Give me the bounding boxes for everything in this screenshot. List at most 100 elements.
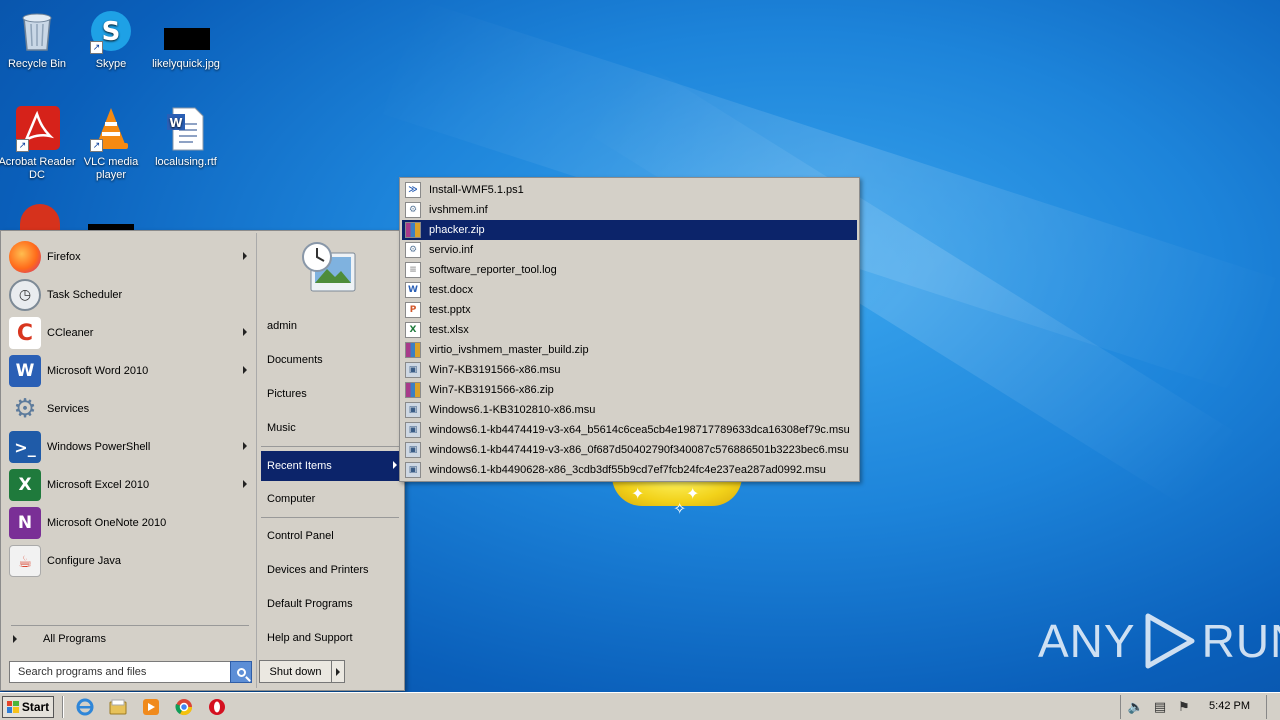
desktop-icon-localusing[interactable]: W localusing.rtf [147, 106, 225, 169]
search-button[interactable] [230, 661, 252, 683]
recent-item[interactable]: Ptest.pptx [402, 300, 857, 320]
search-placeholder: Search programs and files [18, 666, 147, 678]
recent-item[interactable]: ▣ windows6.1-kb4490628-x86_3cdb3df55b9cd7… [402, 460, 857, 480]
place-default-programs[interactable]: Default Programs [261, 590, 401, 618]
recycle-bin-icon [14, 8, 60, 54]
place-computer[interactable]: Computer [261, 485, 401, 513]
submenu-arrow-icon [243, 252, 247, 260]
update-package-icon: ▣ [405, 362, 421, 378]
gear-icon: ⚙ [13, 394, 37, 424]
program-firefox[interactable]: Firefox [9, 239, 253, 275]
program-word[interactable]: W Microsoft Word 2010 [9, 353, 253, 389]
program-configure-java[interactable]: ☕ Configure Java [9, 543, 253, 579]
submenu-arrow-icon [393, 461, 397, 469]
clock[interactable]: 5:42 PM [1209, 700, 1250, 712]
place-control-panel[interactable]: Control Panel [261, 522, 401, 550]
place-label: Music [267, 422, 296, 434]
recent-item[interactable]: ≡ software_reporter_tool.log [402, 260, 857, 280]
program-services[interactable]: ⚙ Services [9, 391, 253, 427]
desktop-icon-recycle-bin[interactable]: Recycle Bin [0, 8, 76, 71]
recent-item[interactable]: ⚙ servio.inf [402, 240, 857, 260]
update-package-icon: ▣ [405, 442, 421, 458]
partial-desktop-icon [20, 204, 60, 230]
opera-icon[interactable] [205, 695, 229, 719]
desktop-icon-vlc[interactable]: ↗ VLC media player [72, 106, 150, 182]
recent-item[interactable]: Xtest.xlsx [402, 320, 857, 340]
submenu-arrow-icon [243, 328, 247, 336]
recent-item[interactable]: Win7-KB3191566-x86.zip [402, 380, 857, 400]
recent-item[interactable]: ⚙ ivshmem.inf [402, 200, 857, 220]
svg-text:S: S [102, 17, 121, 47]
shutdown-label: Shut down [269, 665, 322, 678]
recent-item-label: Windows6.1-KB3102810-x86.msu [429, 404, 596, 416]
submenu-arrow-icon [243, 442, 247, 450]
ccleaner-icon: C [9, 317, 41, 349]
settings-file-icon: ⚙ [405, 242, 421, 258]
recent-item[interactable]: ▣ Win7-KB3191566-x86.msu [402, 360, 857, 380]
excel-document-icon: X [405, 322, 421, 338]
place-recent-items[interactable]: Recent Items [261, 451, 401, 481]
chrome-icon[interactable] [172, 695, 196, 719]
all-programs-button[interactable]: All Programs [13, 633, 106, 645]
program-task-scheduler[interactable]: ◷ Task Scheduler [9, 277, 253, 313]
internet-explorer-icon[interactable] [73, 695, 97, 719]
program-label: CCleaner [47, 327, 94, 339]
recent-item[interactable]: ≫ Install-WMF5.1.ps1 [402, 180, 857, 200]
recent-item-label: test.xlsx [429, 324, 469, 336]
recent-item[interactable]: ▣ windows6.1-kb4474419-v3-x64_b5614c6cea5… [402, 420, 857, 440]
recent-item-label: virtio_ivshmem_master_build.zip [429, 344, 589, 356]
program-label: Microsoft OneNote 2010 [47, 517, 167, 529]
desktop-icon-label: VLC media player [83, 156, 139, 181]
media-player-icon[interactable] [139, 695, 163, 719]
onenote-icon: N [9, 507, 41, 539]
desktop-icon-acrobat[interactable]: ↗ Acrobat Reader DC [0, 106, 76, 182]
action-center-flag-icon[interactable]: ⚑ [1175, 698, 1193, 716]
start-button[interactable]: Start [2, 695, 54, 718]
volume-icon[interactable]: 🔈 [1127, 698, 1145, 716]
divider [261, 517, 399, 518]
place-admin[interactable]: admin [261, 312, 401, 340]
file-explorer-icon[interactable] [106, 695, 130, 719]
start-menu-places-pane: admin Documents Pictures Music Recent It… [256, 233, 403, 688]
program-label: Configure Java [47, 555, 121, 567]
place-label: Devices and Printers [267, 564, 369, 576]
java-icon: ☕ [9, 545, 41, 577]
program-powershell[interactable]: >_ Windows PowerShell [9, 429, 253, 465]
place-help-support[interactable]: Help and Support [261, 624, 401, 652]
network-icon[interactable]: ▤ [1151, 698, 1169, 716]
archive-icon [405, 222, 421, 238]
place-music[interactable]: Music [261, 414, 401, 442]
search-input[interactable]: Search programs and files [9, 661, 231, 683]
program-label: Services [47, 403, 90, 415]
shutdown-options-button[interactable] [332, 661, 344, 682]
recent-item[interactable]: Wtest.docx [402, 280, 857, 300]
shutdown-button[interactable]: Shut down [260, 661, 332, 682]
place-documents[interactable]: Documents [261, 346, 401, 374]
desktop-icon-skype[interactable]: S ↗ Skype [72, 8, 150, 71]
place-label: Recent Items [267, 460, 332, 472]
recent-item[interactable]: virtio_ivshmem_master_build.zip [402, 340, 857, 360]
program-onenote[interactable]: N Microsoft OneNote 2010 [9, 505, 253, 541]
recent-item[interactable]: ▣ windows6.1-kb4474419-v3-x86_0f687d50402… [402, 440, 857, 460]
recent-item-selected[interactable]: phacker.zip [402, 220, 857, 240]
start-label: Start [21, 699, 50, 714]
program-ccleaner[interactable]: C CCleaner [9, 315, 253, 351]
shortcut-arrow-icon: ↗ [90, 41, 103, 54]
anyrun-watermark: ANY RUN [1038, 612, 1280, 670]
place-label: Help and Support [267, 632, 353, 644]
divider [261, 446, 399, 447]
recent-items-menu: ≫ Install-WMF5.1.ps1 ⚙ ivshmem.inf phacker… [399, 177, 860, 482]
show-desktop-button[interactable] [1266, 695, 1280, 719]
recent-item-label: ivshmem.inf [429, 204, 488, 216]
taskbar: Start 🔈 ▤ ⚑ 5:42 PM [0, 692, 1280, 720]
place-pictures[interactable]: Pictures [261, 380, 401, 408]
program-excel[interactable]: X Microsoft Excel 2010 [9, 467, 253, 503]
divider [11, 625, 249, 626]
chevron-right-icon [13, 635, 17, 643]
wallpaper-sparkle: ✦ [686, 484, 700, 503]
update-package-icon: ▣ [405, 462, 421, 478]
place-devices-printers[interactable]: Devices and Printers [261, 556, 401, 584]
desktop-icon-likelyquick[interactable]: likelyquick.jpg [147, 8, 225, 71]
skype-icon: S ↗ [88, 8, 134, 54]
recent-item[interactable]: ▣ Windows6.1-KB3102810-x86.msu [402, 400, 857, 420]
